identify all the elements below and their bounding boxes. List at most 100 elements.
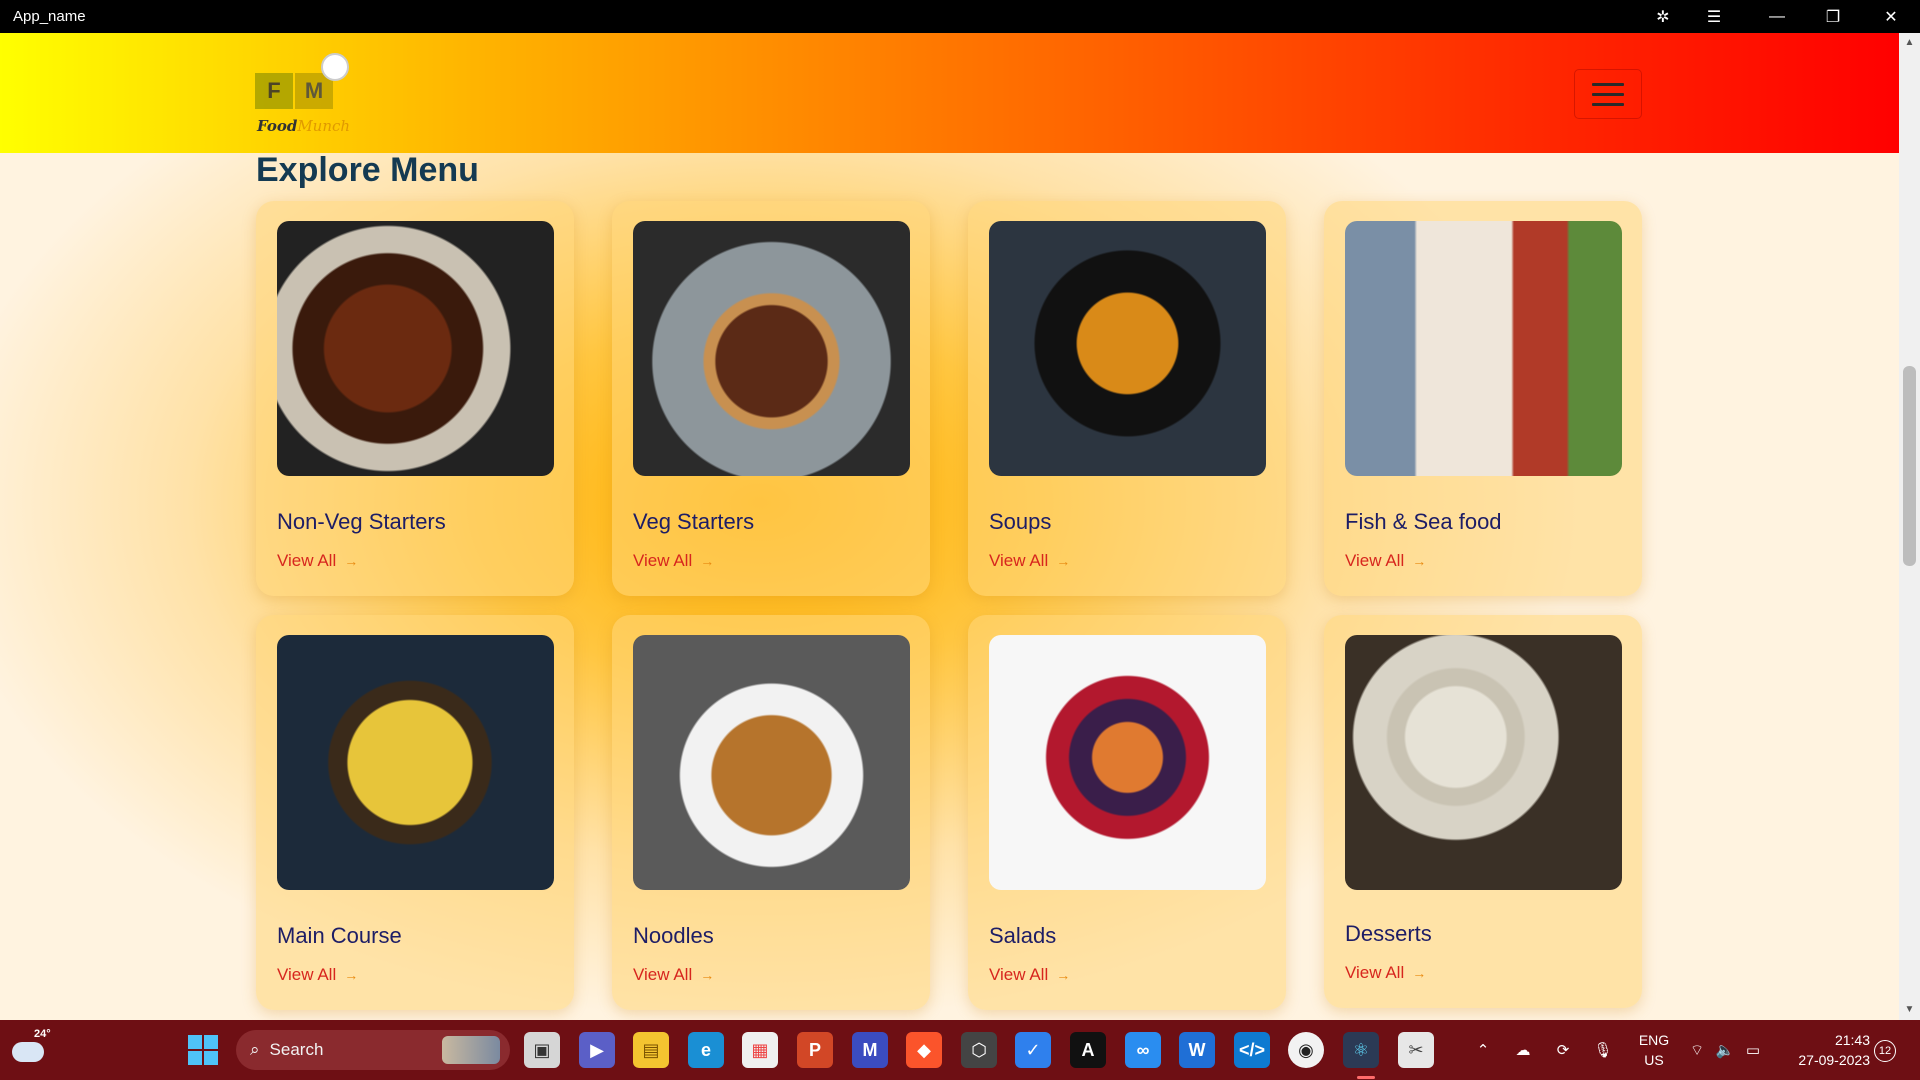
card-title: Fish & Sea food bbox=[1345, 509, 1502, 534]
view-all-label: View All bbox=[989, 965, 1049, 984]
view-all-label: View All bbox=[277, 965, 337, 984]
menu-card-desserts[interactable]: Desserts View All → bbox=[1324, 615, 1642, 1008]
system-clock[interactable]: 21:43 27-09-2023 bbox=[1786, 1030, 1870, 1070]
wifi-icon[interactable]: ⌔ bbox=[1684, 1020, 1710, 1080]
food-munch-logo[interactable]: F M FoodMunch bbox=[255, 53, 355, 139]
weather-widget[interactable]: 24° bbox=[12, 1028, 52, 1070]
menu-card-fish-sea-food[interactable]: Fish & Sea food View All → bbox=[1324, 201, 1642, 596]
view-all-label: View All bbox=[633, 551, 693, 570]
restore-button[interactable]: ❐ bbox=[1809, 0, 1857, 33]
view-all-link[interactable]: View All → bbox=[1345, 963, 1426, 983]
vertical-scrollbar[interactable]: ▲ ▼ bbox=[1899, 33, 1920, 1020]
view-all-label: View All bbox=[1345, 963, 1405, 982]
notification-badge[interactable]: 12 bbox=[1874, 1040, 1896, 1062]
view-all-label: View All bbox=[989, 551, 1049, 570]
arrow-right-icon: → bbox=[1056, 553, 1071, 569]
view-all-link[interactable]: View All → bbox=[989, 551, 1070, 571]
arrow-right-icon: → bbox=[1412, 553, 1427, 569]
search-label: Search bbox=[269, 1040, 324, 1059]
language-indicator[interactable]: ENG US bbox=[1634, 1030, 1674, 1070]
date: 27-09-2023 bbox=[1798, 1052, 1870, 1068]
battery-icon[interactable]: ▭ bbox=[1740, 1020, 1766, 1080]
view-all-label: View All bbox=[1345, 551, 1405, 570]
view-all-link[interactable]: View All → bbox=[633, 551, 714, 571]
brave-browser-icon[interactable]: ◆ bbox=[906, 1032, 942, 1068]
soups-image bbox=[989, 221, 1266, 476]
language: ENG bbox=[1638, 1032, 1670, 1048]
arrow-right-icon: → bbox=[1412, 965, 1427, 981]
fish-sea-food-image bbox=[1345, 221, 1622, 476]
windows-start-icon[interactable] bbox=[188, 1035, 218, 1065]
hamburger-line bbox=[1592, 82, 1624, 86]
app-icon[interactable]: ◉ bbox=[1288, 1032, 1324, 1068]
menu-card-main-course[interactable]: Main Course View All → bbox=[256, 615, 574, 1010]
extensions-icon[interactable]: ✲ bbox=[1639, 0, 1687, 33]
hamburger-line bbox=[1592, 102, 1624, 106]
chevron-up-icon[interactable]: ⌃ bbox=[1468, 1020, 1498, 1080]
non-veg-starters-image bbox=[277, 221, 554, 476]
logo-letter-f: F bbox=[255, 73, 293, 109]
menu-card-salads[interactable]: Salads View All → bbox=[968, 615, 1286, 1010]
view-all-link[interactable]: View All → bbox=[1345, 551, 1426, 571]
view-all-link[interactable]: View All → bbox=[277, 551, 358, 571]
todo-icon[interactable]: ✓ bbox=[1015, 1032, 1051, 1068]
menu-card-soups[interactable]: Soups View All → bbox=[968, 201, 1286, 596]
minimize-button[interactable]: — bbox=[1753, 0, 1801, 33]
taskbar-search[interactable]: ⌕ Search bbox=[236, 1030, 510, 1070]
arrow-right-icon: → bbox=[1056, 967, 1071, 983]
logo-brand: FoodMunch bbox=[257, 117, 350, 135]
view-all-label: View All bbox=[633, 965, 693, 984]
menu-card-veg-starters[interactable]: Veg Starters View All → bbox=[612, 201, 930, 596]
temperature: 24° bbox=[34, 1028, 51, 1040]
hamburger-line bbox=[1592, 92, 1624, 96]
noodles-image bbox=[633, 635, 910, 890]
file-explorer-icon[interactable]: ▤ bbox=[633, 1032, 669, 1068]
close-button[interactable]: ✕ bbox=[1867, 0, 1915, 33]
app-name: App_name bbox=[13, 8, 86, 25]
desserts-image bbox=[1345, 635, 1622, 890]
unity-icon[interactable]: ⬡ bbox=[961, 1032, 997, 1068]
webex-icon[interactable]: W bbox=[1179, 1032, 1215, 1068]
active-app-indicator bbox=[1357, 1076, 1375, 1079]
scroll-down-icon[interactable]: ▼ bbox=[1899, 1000, 1920, 1020]
card-title: Salads bbox=[989, 923, 1057, 948]
powerpoint-icon[interactable]: P bbox=[797, 1032, 833, 1068]
scrollbar-thumb[interactable] bbox=[1903, 366, 1916, 566]
menu-icon[interactable]: ☰ bbox=[1690, 0, 1738, 33]
snipping-tool-icon[interactable]: ✂ bbox=[1398, 1032, 1434, 1068]
app-content: F M FoodMunch Explore Menu Non-Veg Start… bbox=[0, 33, 1920, 1020]
taskbar: 24° ⌕ Search ▣ ▶ ▤ e ▦ P M ◆ ⬡ ✓ A ∞ W <… bbox=[0, 1020, 1920, 1080]
vscode-icon[interactable]: </> bbox=[1234, 1032, 1270, 1068]
react-app-icon[interactable]: ⚛ bbox=[1343, 1032, 1379, 1068]
app-icon[interactable]: M bbox=[852, 1032, 888, 1068]
main-course-image bbox=[277, 635, 554, 890]
arrow-right-icon: → bbox=[344, 553, 359, 569]
arrow-right-icon: → bbox=[700, 553, 715, 569]
sync-icon[interactable]: ⟳ bbox=[1548, 1020, 1578, 1080]
view-all-link[interactable]: View All → bbox=[989, 965, 1070, 985]
view-all-link[interactable]: View All → bbox=[633, 965, 714, 985]
navbar: F M FoodMunch bbox=[0, 33, 1899, 153]
arrow-right-icon: → bbox=[700, 967, 715, 983]
onedrive-icon[interactable]: ☁ bbox=[1508, 1020, 1538, 1080]
window-titlebar: App_name ✲ ☰ — ❐ ✕ bbox=[0, 0, 1920, 33]
affinity-icon[interactable]: A bbox=[1070, 1032, 1106, 1068]
menu-card-noodles[interactable]: Noodles View All → bbox=[612, 615, 930, 1010]
microphone-icon[interactable]: 🎙 bbox=[1588, 1020, 1618, 1080]
view-all-label: View All bbox=[277, 551, 337, 570]
card-title: Veg Starters bbox=[633, 509, 755, 534]
menu-card-non-veg-starters[interactable]: Non-Veg Starters View All → bbox=[256, 201, 574, 596]
search-highlight-image bbox=[442, 1036, 500, 1064]
search-icon: ⌕ bbox=[250, 1040, 260, 1059]
teams-icon[interactable]: ▶ bbox=[579, 1032, 615, 1068]
region: US bbox=[1644, 1052, 1664, 1068]
microsoft-store-icon[interactable]: ▦ bbox=[742, 1032, 778, 1068]
task-view-icon[interactable]: ▣ bbox=[524, 1032, 560, 1068]
view-all-link[interactable]: View All → bbox=[277, 965, 358, 985]
power-automate-icon[interactable]: ∞ bbox=[1125, 1032, 1161, 1068]
volume-icon[interactable]: 🔈 bbox=[1712, 1020, 1738, 1080]
scroll-up-icon[interactable]: ▲ bbox=[1899, 33, 1920, 53]
edge-browser-icon[interactable]: e bbox=[688, 1032, 724, 1068]
section-title: Explore Menu bbox=[256, 151, 479, 189]
navbar-toggle-button[interactable] bbox=[1574, 69, 1642, 119]
